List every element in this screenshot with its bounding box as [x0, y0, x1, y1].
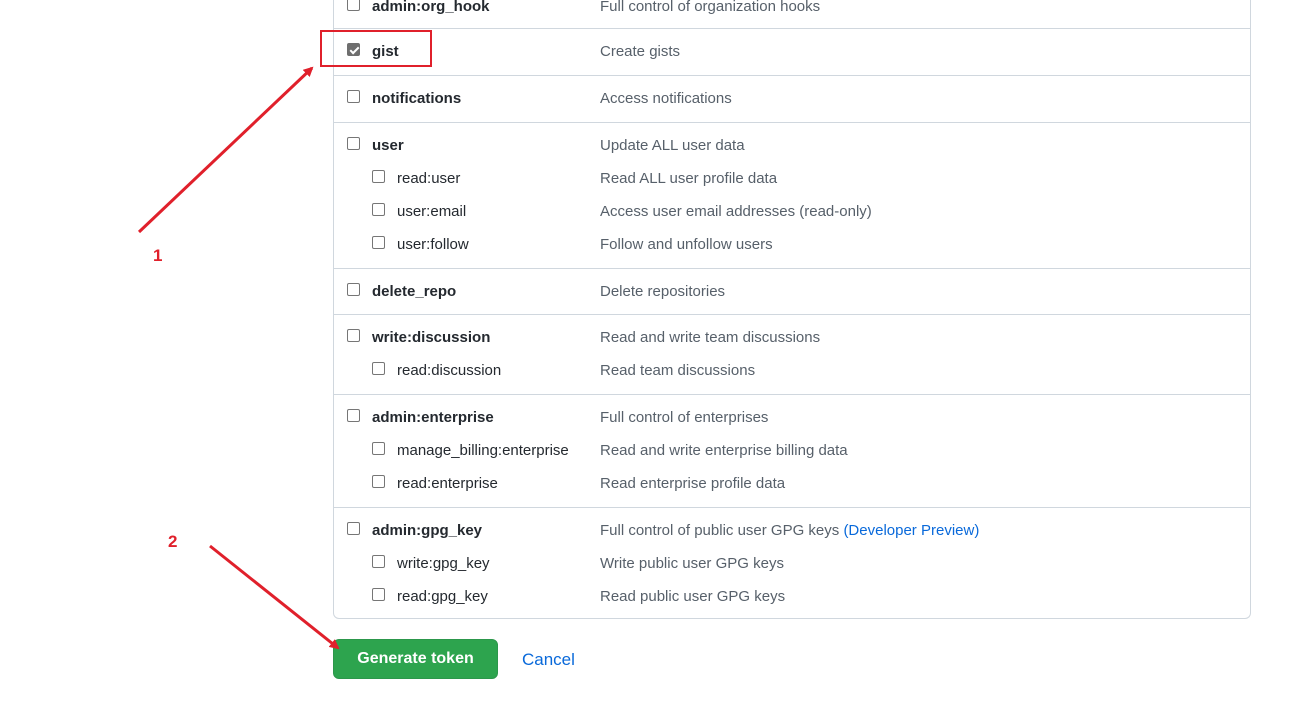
scope-group-admin-gpg-key: admin:gpg_key Full control of public use…	[334, 507, 1250, 619]
scope-row: read:enterprise Read enterprise profile …	[334, 475, 1250, 499]
scope-name: manage_billing:enterprise	[397, 442, 569, 459]
scope-name: admin:gpg_key	[372, 522, 483, 539]
scope-row: read:discussion Read team discussions	[334, 362, 1250, 386]
scope-checkbox-user[interactable]	[347, 137, 360, 150]
scope-name: admin:enterprise	[372, 409, 494, 426]
scope-group-delete-repo: delete_repo Delete repositories	[334, 268, 1250, 315]
scope-name: user	[372, 137, 404, 154]
scope-checkbox-admin-enterprise[interactable]	[347, 409, 360, 422]
scope-checkbox-write-gpg-key[interactable]	[372, 555, 385, 568]
scope-description: Follow and unfollow users	[600, 236, 773, 253]
scope-description: Read public user GPG keys	[600, 588, 786, 605]
scope-row: delete_repo Delete repositories	[334, 283, 1250, 307]
scope-description: Read and write team discussions	[600, 329, 821, 346]
scope-group-admin-org-hook: admin:org_hook Full control of organizat…	[334, 0, 1250, 29]
scope-checkbox-write-discussion[interactable]	[347, 329, 360, 342]
annotation-step-2: 2	[168, 532, 178, 551]
scope-row: user:email Access user email addresses (…	[334, 203, 1250, 227]
scope-checkbox-admin-gpg-key[interactable]	[347, 522, 360, 535]
scope-group-user: user Update ALL user data read:user Read…	[334, 122, 1250, 269]
scope-checkbox-read-enterprise[interactable]	[372, 475, 385, 488]
scope-group-write-discussion: write:discussion Read and write team dis…	[334, 314, 1250, 395]
scope-checkbox-delete-repo[interactable]	[347, 283, 360, 296]
scope-description: Read team discussions	[600, 362, 756, 379]
scope-description: Delete repositories	[600, 283, 726, 300]
scope-name: user:email	[397, 203, 467, 220]
scope-group-gist: gist Create gists	[334, 28, 1250, 76]
scope-name: read:enterprise	[397, 475, 498, 492]
scope-row: admin:gpg_key Full control of public use…	[334, 522, 1250, 546]
scope-row: notifications Access notifications	[334, 90, 1250, 114]
scope-row: admin:org_hook Full control of organizat…	[334, 0, 1250, 22]
scope-name: user:follow	[397, 236, 469, 253]
annotation-arrow-1	[137, 66, 314, 234]
scopes-list: admin:org_hook Full control of organizat…	[333, 0, 1251, 619]
scope-description: Read ALL user profile data	[600, 170, 778, 187]
scope-description: Full control of public user GPG keys (De…	[600, 522, 979, 539]
scope-row: write:discussion Read and write team dis…	[334, 329, 1250, 353]
annotation-step-1: 1	[153, 246, 163, 265]
scope-checkbox-user-follow[interactable]	[372, 236, 385, 249]
scope-checkbox-admin-org-hook[interactable]	[347, 0, 360, 11]
scope-row: write:gpg_key Write public user GPG keys	[334, 555, 1250, 579]
scope-description: Read enterprise profile data	[600, 475, 786, 492]
scope-description-text: Full control of public user GPG keys	[600, 522, 840, 539]
scope-checkbox-read-discussion[interactable]	[372, 362, 385, 375]
developer-preview-link[interactable]: (Developer Preview)	[843, 522, 979, 539]
scope-description: Write public user GPG keys	[600, 555, 784, 572]
scope-name: admin:org_hook	[372, 0, 490, 15]
scope-name: read:discussion	[397, 362, 502, 379]
scope-group-notifications: notifications Access notifications	[334, 75, 1250, 123]
scope-description: Access notifications	[600, 90, 732, 107]
cancel-link[interactable]: Cancel	[522, 650, 575, 670]
scope-name: notifications	[372, 90, 462, 107]
scope-row: admin:enterprise Full control of enterpr…	[334, 409, 1250, 433]
annotation-arrow-2	[209, 544, 340, 650]
scope-group-admin-enterprise: admin:enterprise Full control of enterpr…	[334, 394, 1250, 508]
scope-name: read:gpg_key	[397, 588, 488, 605]
scope-checkbox-manage-billing-enterprise[interactable]	[372, 442, 385, 455]
scope-description: Read and write enterprise billing data	[600, 442, 848, 459]
scope-name: read:user	[397, 170, 461, 187]
scope-checkbox-notifications[interactable]	[347, 90, 360, 103]
scope-row: read:gpg_key Read public user GPG keys	[334, 588, 1250, 612]
scope-checkbox-read-gpg-key[interactable]	[372, 588, 385, 601]
scope-description: Create gists	[600, 43, 681, 60]
scope-checkbox-user-email[interactable]	[372, 203, 385, 216]
scope-description: Full control of organization hooks	[600, 0, 821, 15]
generate-token-button[interactable]: Generate token	[333, 639, 498, 679]
scope-row: user Update ALL user data	[334, 137, 1250, 161]
scope-description: Full control of enterprises	[600, 409, 769, 426]
gist-highlight-box	[320, 30, 432, 67]
scope-description: Access user email addresses (read-only)	[600, 203, 872, 220]
scope-name: delete_repo	[372, 283, 457, 300]
scope-description: Update ALL user data	[600, 137, 745, 154]
scope-row: read:user Read ALL user profile data	[334, 170, 1250, 194]
scope-name: write:gpg_key	[397, 555, 490, 572]
scope-row: manage_billing:enterprise Read and write…	[334, 442, 1250, 466]
scope-name: write:discussion	[372, 329, 491, 346]
scope-row: user:follow Follow and unfollow users	[334, 236, 1250, 260]
scope-checkbox-read-user[interactable]	[372, 170, 385, 183]
scope-row: gist Create gists	[334, 43, 1250, 67]
